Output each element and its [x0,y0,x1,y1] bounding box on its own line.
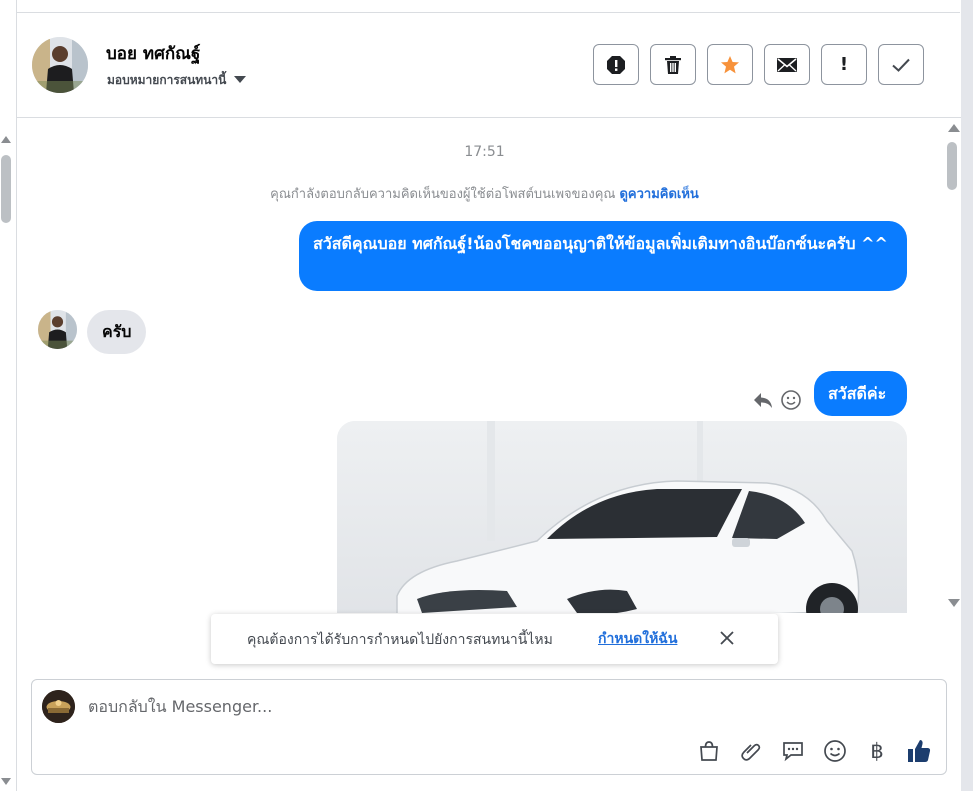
conversation-header: บอย ทศกัณฐ์ มอบหมายการสนทนานี้ ! [17,13,961,118]
scroll-up-arrow[interactable] [948,124,960,132]
composer-toolbar: ฿ [695,737,933,765]
spam-button[interactable] [593,44,639,85]
reply-input[interactable] [88,694,908,718]
scroll-down-arrow[interactable] [948,599,960,607]
like-icon[interactable] [905,737,933,765]
assign-to-me-link[interactable]: กำหนดให้ฉัน [598,628,677,650]
view-comment-link[interactable]: ดูความคิดเห็น [619,187,698,202]
trash-icon [665,55,681,74]
reply-icon[interactable] [752,390,774,410]
message-actions [752,389,802,411]
message-thread[interactable]: 17:51 คุณกำลังตอบกลับความคิดเห็นของผู้ใช… [17,118,945,613]
incoming-message[interactable]: ครับ [87,310,147,354]
outgoing-message[interactable]: สวัสดีคุณบอย ทศกัณฐ์!น้องโชคขออนุญาติให้… [299,221,907,291]
follow-up-button[interactable]: ! [821,44,867,85]
mark-done-button[interactable] [878,44,924,85]
reply-composer: ฿ [31,679,947,775]
spam-icon [607,55,625,74]
user-name[interactable]: บอย ทศกัณฐ์ [106,40,200,67]
scroll-down-arrow[interactable] [1,778,11,785]
assign-label: มอบหมายการสนทนานี้ [107,73,227,87]
user-avatar[interactable] [32,37,88,93]
left-scrollbar[interactable] [0,0,17,791]
scroll-up-arrow[interactable] [1,136,11,143]
assign-dropdown[interactable]: มอบหมายการสนทนานี้ [107,71,247,90]
mail-icon [777,57,797,72]
car-photo-attachment[interactable] [337,421,907,613]
assign-notice: คุณต้องการได้รับการกำหนดไปยังการสนทนานี้… [211,614,778,664]
message-timestamp: 17:51 [464,144,505,160]
comment-context: คุณกำลังตอบกลับความคิดเห็นของผู้ใช้ต่อโพ… [17,183,945,204]
outgoing-message[interactable]: สวัสดีค่ะ [814,371,907,416]
sender-avatar[interactable] [38,310,77,349]
page-avatar [42,690,75,723]
notice-question: คุณต้องการได้รับการกำหนดไปยังการสนทนานี้… [247,632,553,648]
mark-unread-button[interactable] [764,44,810,85]
window-edge [961,0,973,791]
context-text: คุณกำลังตอบกลับความคิดเห็นของผู้ใช้ต่อโพ… [270,187,616,202]
emoji-icon[interactable] [821,737,849,765]
scroll-thumb[interactable] [947,142,957,190]
check-icon [892,58,910,72]
delete-button[interactable] [650,44,696,85]
caret-down-icon [234,76,247,83]
react-emoji-icon[interactable] [780,389,802,411]
close-icon[interactable] [716,627,738,649]
exclamation-icon: ! [839,54,849,75]
saved-reply-icon[interactable] [779,737,807,765]
thread-scrollbar[interactable] [945,118,961,613]
star-icon [721,55,739,73]
shopping-bag-icon[interactable] [695,737,723,765]
scroll-thumb[interactable] [1,155,11,223]
paperclip-icon[interactable] [737,737,765,765]
baht-icon[interactable]: ฿ [863,737,891,765]
star-button[interactable] [707,44,753,85]
